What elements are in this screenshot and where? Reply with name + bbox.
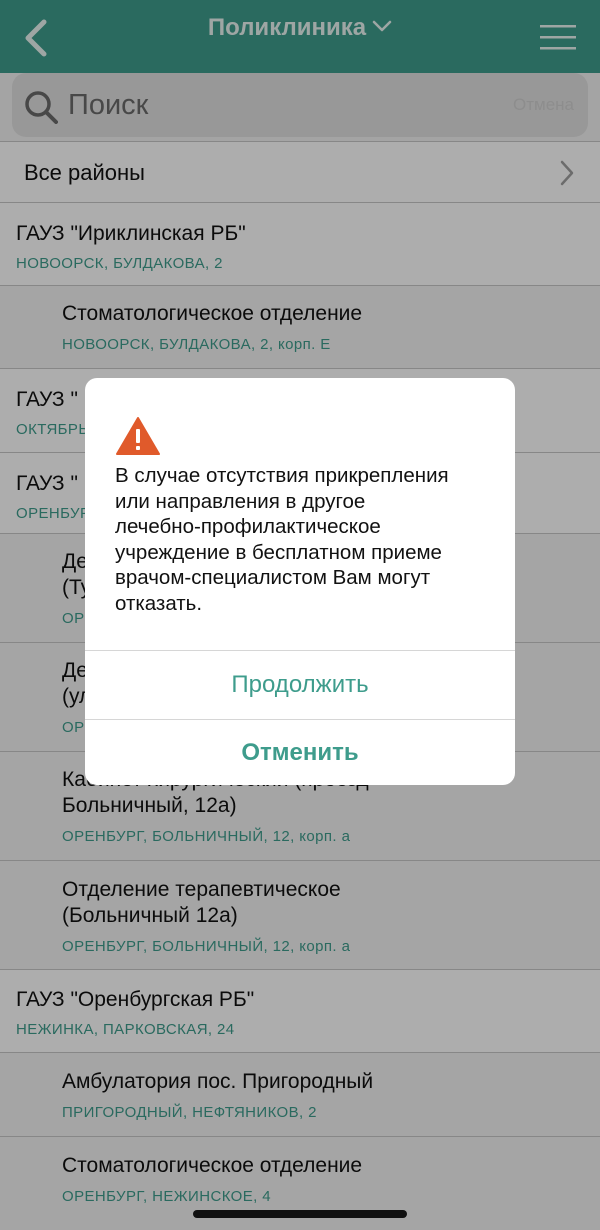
cancel-button[interactable]: Отменить [85, 719, 515, 785]
alert-message-line: лечебно-профилактическое [115, 515, 381, 538]
alert-message-line: учреждение в бесплатном приеме [115, 540, 442, 564]
alert-message-line: отказать. [115, 591, 203, 615]
continue-button[interactable]: Продолжить [85, 650, 515, 719]
warning-triangle-icon [116, 417, 160, 455]
alert-message-line: или направления в другое [115, 489, 366, 513]
alert-dialog: В случае отсутствия прикрепления или нап… [85, 378, 515, 785]
alert-message-line: В случае отсутствия прикрепления [115, 464, 449, 487]
alert-message-line: врачом-специалистом Вам могут [115, 566, 431, 589]
home-indicator [193, 1210, 407, 1218]
alert-message: В случае отсутствия прикрепления или нап… [115, 463, 495, 616]
